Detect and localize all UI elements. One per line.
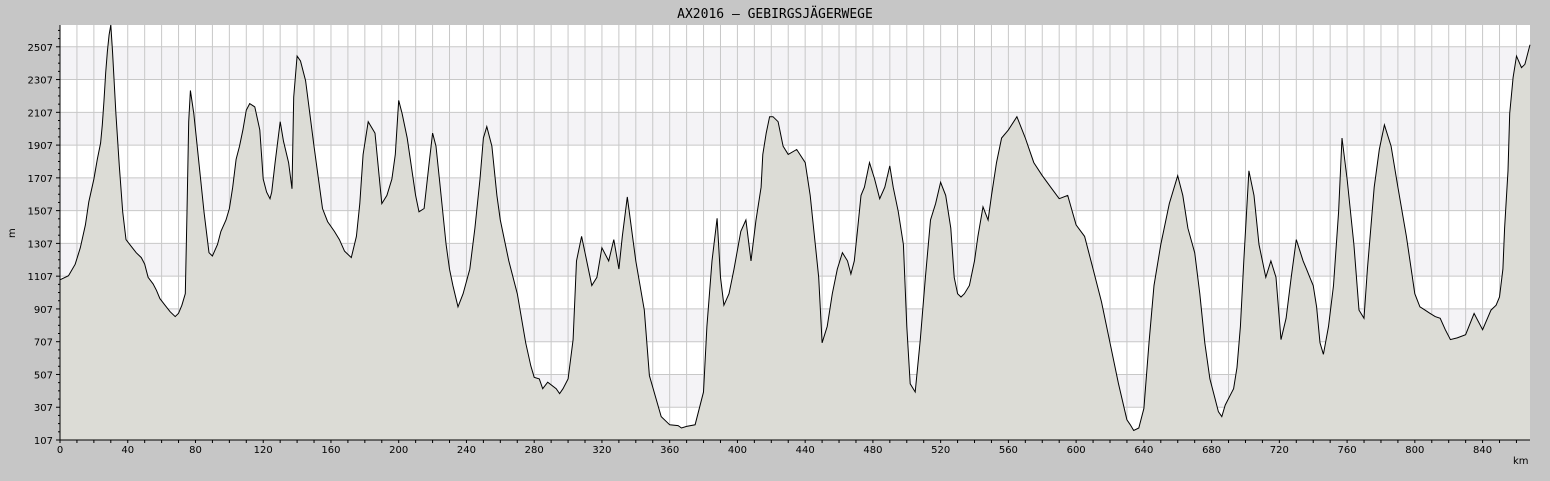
x-axis-label: km	[1513, 456, 1529, 467]
y-tick-label: 1507	[28, 207, 53, 218]
x-tick-label: 760	[1338, 445, 1357, 456]
x-tick-label: 680	[1202, 445, 1221, 456]
y-tick-label: 707	[34, 338, 53, 349]
y-tick-label: 2107	[28, 108, 53, 119]
x-tick-label: 320	[592, 445, 611, 456]
x-tick-label: 480	[863, 445, 882, 456]
y-tick-label: 107	[34, 436, 53, 447]
y-axis-ticks: 107 307 507 707 907 1107 1307 1507 1707 1907 2107 2…	[28, 29, 60, 447]
y-tick-label: 1307	[28, 239, 53, 250]
x-tick-label: 200	[389, 445, 408, 456]
y-axis-label: m	[7, 228, 18, 238]
x-tick-label: 640	[1134, 445, 1153, 456]
y-tick-label: 1907	[28, 141, 53, 152]
x-tick-label: 400	[728, 445, 747, 456]
y-tick-label: 1707	[28, 174, 53, 185]
x-axis-ticks: 0 40 80 120 160 200 240 280 320 360 400 440 480 520 56…	[57, 440, 1517, 456]
y-tick-label: 1107	[28, 272, 53, 283]
elevation-profile-chart: AX2016 – GEBIRGSJÄGERWEGE 0 40 80 120 160 200…	[7, 6, 1531, 467]
x-tick-label: 0	[57, 445, 63, 456]
x-tick-label: 160	[321, 445, 340, 456]
x-tick-label: 520	[931, 445, 950, 456]
x-tick-label: 80	[189, 445, 202, 456]
y-tick-label: 907	[34, 305, 53, 316]
y-tick-label: 2507	[28, 43, 53, 54]
x-tick-label: 240	[457, 445, 476, 456]
y-tick-label: 307	[34, 403, 53, 414]
x-tick-label: 800	[1405, 445, 1424, 456]
x-tick-label: 360	[660, 445, 679, 456]
x-tick-label: 280	[525, 445, 544, 456]
x-tick-label: 120	[254, 445, 273, 456]
y-tick-label: 507	[34, 370, 53, 381]
chart-title: AX2016 – GEBIRGSJÄGERWEGE	[677, 6, 873, 22]
x-tick-label: 720	[1270, 445, 1289, 456]
x-tick-label: 840	[1473, 445, 1492, 456]
x-tick-label: 560	[999, 445, 1018, 456]
y-tick-label: 2307	[28, 76, 53, 87]
x-tick-label: 600	[1067, 445, 1086, 456]
x-tick-label: 40	[121, 445, 134, 456]
x-tick-label: 440	[796, 445, 815, 456]
